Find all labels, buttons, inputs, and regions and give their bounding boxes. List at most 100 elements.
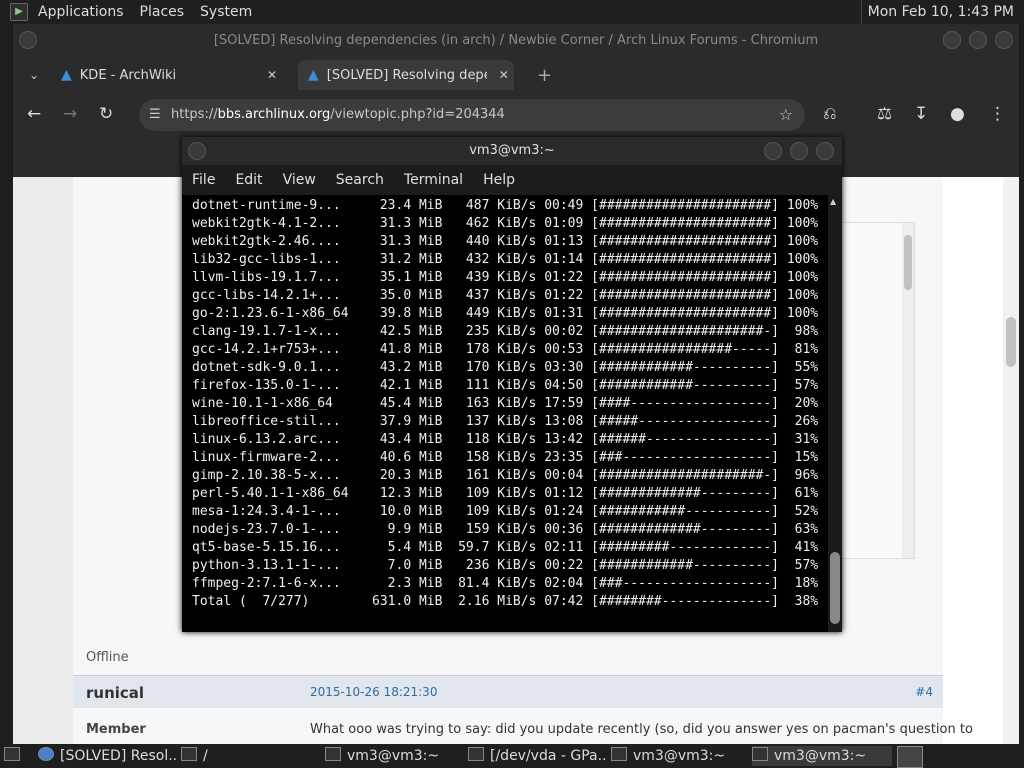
profile-avatar-icon[interactable]: ●	[950, 104, 965, 124]
tab-kde-archwiki[interactable]: ▲ KDE - ArchWiki ✕	[61, 60, 277, 90]
url-text[interactable]: https://bbs.archlinux.org/viewtopic.php?…	[171, 99, 505, 131]
terminal-line: linux-6.13.2.arc... 43.4 MiB 118 KiB/s 1…	[192, 432, 819, 447]
workspace-switcher[interactable]	[897, 746, 923, 768]
places-menu[interactable]: Places	[132, 0, 193, 24]
terminal-icon	[611, 747, 627, 761]
task-gparted[interactable]: [/dev/vda - GPa...	[468, 746, 608, 766]
terminal-icon	[325, 747, 341, 761]
code-scroll-thumb[interactable]	[904, 235, 912, 290]
site-info-icon[interactable]: ☰	[149, 99, 161, 131]
terminal-scroll-thumb[interactable]	[830, 552, 840, 624]
task-terminal-1[interactable]: vm3@vm3:~	[325, 746, 455, 766]
new-tab-button[interactable]: +	[537, 60, 552, 90]
terminal-lines: dotnet-runtime-9... 23.4 MiB 487 KiB/s 0…	[192, 197, 818, 611]
close-window-button[interactable]	[995, 31, 1013, 49]
extensions-icon[interactable]: ⎌	[823, 104, 837, 124]
terminal-line: libreoffice-stil... 37.9 MiB 137 KiB/s 1…	[192, 414, 819, 429]
menu-file[interactable]: File	[182, 172, 225, 188]
terminal-close-button[interactable]	[816, 142, 834, 160]
terminal-line: Total ( 7/277) 631.0 MiB 2.16 MiB/s 07:4…	[192, 594, 819, 609]
task-chromium[interactable]: [SOLVED] Resol...	[38, 746, 178, 766]
reload-icon[interactable]: ↻	[99, 104, 113, 124]
close-tab-icon[interactable]: ✕	[267, 68, 277, 82]
post-body-text: What ooo was trying to say: did you upda…	[310, 722, 973, 737]
applications-menu[interactable]: Applications	[30, 0, 132, 24]
forward-arrow-icon[interactable]: →	[63, 104, 77, 124]
window-menu-button[interactable]	[19, 31, 37, 49]
folder-icon	[181, 747, 197, 761]
labs-flask-icon[interactable]: ⚖	[877, 104, 892, 124]
terminal-line: go-2:1.23.6-1-x86_64 39.8 MiB 449 KiB/s …	[192, 306, 819, 321]
terminal-line: perl-5.40.1-1-x86_64 12.3 MiB 109 KiB/s …	[192, 486, 819, 501]
post-author[interactable]: runical	[86, 684, 144, 702]
code-scrollbar[interactable]	[902, 223, 914, 558]
terminal-line: qt5-base-5.15.16... 5.4 MiB 59.7 KiB/s 0…	[192, 540, 819, 555]
terminal-line: lib32-gcc-libs-1... 31.2 MiB 432 KiB/s 0…	[192, 252, 819, 267]
clock[interactable]: Mon Feb 10, 1:43 PM	[860, 0, 1020, 24]
menu-view[interactable]: View	[273, 172, 326, 188]
user-status: Offline	[86, 650, 129, 665]
menu-search[interactable]: Search	[326, 172, 394, 188]
system-menu[interactable]: System	[192, 0, 260, 24]
terminal-icon	[752, 747, 768, 761]
terminal-maximize-button[interactable]	[790, 142, 808, 160]
terminal-line: clang-19.1.7-1-x... 42.5 MiB 235 KiB/s 0…	[192, 324, 819, 339]
terminal-titlebar[interactable]: vm3@vm3:~	[182, 137, 842, 165]
terminal-line: dotnet-sdk-9.0.1... 43.2 MiB 170 KiB/s 0…	[192, 360, 819, 375]
close-tab-icon[interactable]: ✕	[499, 68, 509, 82]
download-icon[interactable]: ↧	[914, 104, 928, 124]
window-titlebar[interactable]: [SOLVED] Resolving dependencies (in arch…	[13, 24, 1019, 58]
tab-list-chevron-icon[interactable]: ⌄	[29, 60, 39, 90]
menu-edit[interactable]: Edit	[225, 172, 272, 188]
bookmark-star-icon[interactable]: ☆	[779, 99, 793, 131]
address-bar[interactable]: ☰ https://bbs.archlinux.org/viewtopic.ph…	[139, 99, 805, 131]
terminal-minimize-button[interactable]	[764, 142, 782, 160]
terminal-scrollbar[interactable]: ▲	[828, 195, 842, 632]
terminal-line: webkit2gtk-4.1-2... 31.3 MiB 462 KiB/s 0…	[192, 216, 819, 231]
terminal-window: vm3@vm3:~ File Edit View Search Terminal…	[182, 137, 842, 632]
terminal-line: ffmpeg-2:7.1-6-x... 2.3 MiB 81.4 KiB/s 0…	[192, 576, 819, 591]
terminal-menubar: File Edit View Search Terminal Help	[182, 165, 842, 195]
terminal-app-icon[interactable]: ▶	[10, 3, 28, 21]
terminal-line: llvm-libs-19.1.7... 35.1 MiB 439 KiB/s 0…	[192, 270, 819, 285]
terminal-line: nodejs-23.7.0-1-... 9.9 MiB 159 KiB/s 00…	[192, 522, 819, 537]
terminal-title: vm3@vm3:~	[469, 143, 555, 158]
tab-label: KDE - ArchWiki	[79, 67, 177, 83]
user-role: Member	[86, 722, 146, 737]
menu-kebab-icon[interactable]: ⋮	[989, 104, 1006, 124]
terminal-line: gcc-14.2.1+r753+... 41.8 MiB 178 KiB/s 0…	[192, 342, 819, 357]
menu-help[interactable]: Help	[473, 172, 525, 188]
toolbar: ← → ↻ ☰ https://bbs.archlinux.org/viewto…	[13, 92, 1019, 138]
terminal-line: webkit2gtk-2.46.... 31.3 MiB 440 KiB/s 0…	[192, 234, 819, 249]
show-desktop-icon[interactable]	[4, 746, 20, 766]
maximize-button[interactable]	[969, 31, 987, 49]
page-scroll-thumb[interactable]	[1006, 317, 1016, 367]
terminal-output[interactable]: dotnet-runtime-9... 23.4 MiB 487 KiB/s 0…	[182, 195, 828, 632]
archlinux-favicon-icon: ▲	[61, 67, 72, 83]
terminal-line: wine-10.1-1-x86_64 45.4 MiB 163 KiB/s 17…	[192, 396, 819, 411]
minimize-button[interactable]	[943, 31, 961, 49]
task-terminal-3-active[interactable]: vm3@vm3:~	[752, 746, 892, 766]
tab-label: [SOLVED] Resolving depend	[326, 67, 487, 83]
archlinux-favicon-icon: ▲	[308, 67, 319, 83]
top-panel: ▶ Applications Places System Mon Feb 10,…	[0, 0, 1024, 24]
menu-terminal[interactable]: Terminal	[394, 172, 473, 188]
bottom-taskbar: [SOLVED] Resol... / vm3@vm3:~ [/dev/vda …	[0, 744, 1024, 768]
terminal-window-menu-button[interactable]	[188, 142, 206, 160]
terminal-line: gcc-libs-14.2.1+... 35.0 MiB 437 KiB/s 0…	[192, 288, 819, 303]
terminal-line: mesa-1:24.3.4-1-... 10.0 MiB 109 KiB/s 0…	[192, 504, 819, 519]
gparted-icon	[468, 747, 484, 761]
task-file-manager[interactable]: /	[181, 746, 311, 766]
back-arrow-icon[interactable]: ←	[27, 104, 41, 124]
terminal-line: python-3.13.1-1-... 7.0 MiB 236 KiB/s 00…	[192, 558, 819, 573]
post-number-link[interactable]: #4	[915, 685, 933, 699]
terminal-line: linux-firmware-2... 40.6 MiB 158 KiB/s 2…	[192, 450, 819, 465]
page-left-margin	[13, 177, 73, 744]
page-scrollbar[interactable]	[1003, 177, 1019, 744]
post-header: runical 2015-10-26 18:21:30 #4	[73, 675, 943, 708]
window-title: [SOLVED] Resolving dependencies (in arch…	[213, 33, 819, 48]
task-terminal-2[interactable]: vm3@vm3:~	[611, 746, 741, 766]
tab-solved-resolving[interactable]: ▲ [SOLVED] Resolving depend ✕	[298, 60, 514, 90]
post-date-link[interactable]: 2015-10-26 18:21:30	[310, 685, 437, 699]
scroll-up-arrow-icon[interactable]: ▲	[830, 197, 836, 206]
